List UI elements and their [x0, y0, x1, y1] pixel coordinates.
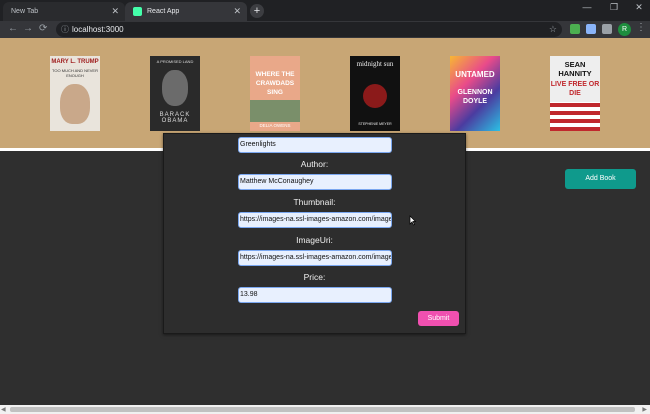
- pomegranate-image: [363, 84, 387, 108]
- book-title: MARY L. TRUMP: [51, 59, 99, 65]
- submit-button[interactable]: Submit: [418, 311, 459, 326]
- thumbnail-label: Thumbnail:: [293, 197, 336, 207]
- close-tab-icon[interactable]: ✕: [111, 6, 119, 17]
- react-favicon-icon: [133, 7, 142, 16]
- book-subtitle: DELIA OWENS: [259, 123, 291, 128]
- puzzle-extensions-icon[interactable]: [602, 24, 612, 34]
- book-cover[interactable]: MARY L. TRUMP TOO MUCH AND NEVER ENOUGH: [50, 56, 100, 131]
- url-text: localhost:3000: [72, 25, 124, 34]
- minimize-window-icon[interactable]: —: [574, 2, 600, 12]
- book-cover[interactable]: A PROMISED LAND BARACK OBAMA: [150, 56, 200, 131]
- author-label: Author:: [300, 159, 329, 169]
- book-subtitle: GLENNON DOYLE: [457, 89, 493, 105]
- book-title: SEAN HANNITY: [558, 60, 592, 78]
- book-subtitle: LIVE FREE OR DIE: [550, 81, 600, 97]
- thumbnail-input[interactable]: https://images-na.ssl-images-amazon.com/…: [238, 212, 392, 228]
- author-input[interactable]: Matthew McConaughey: [238, 174, 392, 190]
- restore-window-icon[interactable]: ❐: [601, 2, 627, 13]
- extension-icon[interactable]: [570, 24, 580, 34]
- book-cover[interactable]: SEAN HANNITY LIVE FREE OR DIE: [550, 56, 600, 131]
- portrait-image: [60, 84, 90, 124]
- extension-icon[interactable]: [586, 24, 596, 34]
- address-bar[interactable]: ⓘ localhost:3000 ☆: [56, 22, 562, 37]
- browser-tab-strip: New Tab ✕ React App ✕ + — ❐ ✕: [0, 0, 650, 21]
- back-icon[interactable]: ←: [8, 23, 18, 34]
- price-input[interactable]: 13.98: [238, 287, 392, 303]
- title-input[interactable]: Greenlights: [238, 137, 392, 153]
- book-subtitle: STEPHENIE MEYER: [358, 122, 392, 126]
- tab-react-app[interactable]: React App ✕: [125, 2, 247, 21]
- cover-art: [250, 100, 300, 122]
- browser-menu-icon[interactable]: ⋮: [636, 22, 646, 33]
- close-tab-icon[interactable]: ✕: [233, 6, 241, 17]
- add-book-form: Greenlights Author: Matthew McConaughey …: [163, 133, 466, 334]
- book-title: A PROMISED LAND: [156, 59, 194, 64]
- add-book-button[interactable]: Add Book: [565, 169, 636, 189]
- reload-icon[interactable]: ⟳: [39, 23, 47, 34]
- book-cover[interactable]: WHERE THE CRAWDADS SING DELIA OWENS: [250, 56, 300, 131]
- scroll-left-icon[interactable]: ◀: [1, 406, 6, 413]
- site-info-icon[interactable]: ⓘ: [61, 22, 69, 37]
- tab-title: New Tab: [11, 8, 39, 15]
- bookmark-star-icon[interactable]: ☆: [549, 22, 557, 37]
- price-label: Price:: [303, 272, 326, 282]
- forward-icon[interactable]: →: [23, 23, 33, 34]
- book-cover[interactable]: midnight sun STEPHENIE MEYER: [350, 56, 400, 131]
- scroll-right-icon[interactable]: ▶: [642, 406, 647, 413]
- book-cover[interactable]: UNTAMED GLENNON DOYLE: [450, 56, 500, 131]
- imageuri-label: ImageUri:: [296, 235, 333, 245]
- tab-title: React App: [147, 8, 180, 15]
- book-title: midnight sun: [356, 60, 394, 68]
- book-subtitle: BARACK OBAMA: [159, 112, 191, 124]
- mouse-cursor-icon: [409, 215, 417, 226]
- book-title: WHERE THE CRAWDADS SING: [255, 71, 295, 96]
- book-subtitle: TOO MUCH AND NEVER ENOUGH: [52, 68, 98, 78]
- flag-image: [550, 102, 600, 131]
- close-window-icon[interactable]: ✕: [626, 2, 650, 13]
- horizontal-scrollbar[interactable]: ◀ ▶: [0, 405, 650, 414]
- profile-avatar[interactable]: R: [618, 23, 631, 36]
- portrait-image: [162, 70, 188, 106]
- new-tab-button[interactable]: +: [250, 4, 264, 18]
- browser-toolbar: ← → ⟳ ⓘ localhost:3000 ☆ R ⋮: [0, 21, 650, 38]
- book-title: UNTAMED: [455, 70, 495, 79]
- tab-new-tab[interactable]: New Tab ✕: [3, 2, 125, 21]
- scrollbar-thumb[interactable]: [10, 407, 635, 412]
- imageuri-input[interactable]: https://images-na.ssl-images-amazon.com/…: [238, 250, 392, 266]
